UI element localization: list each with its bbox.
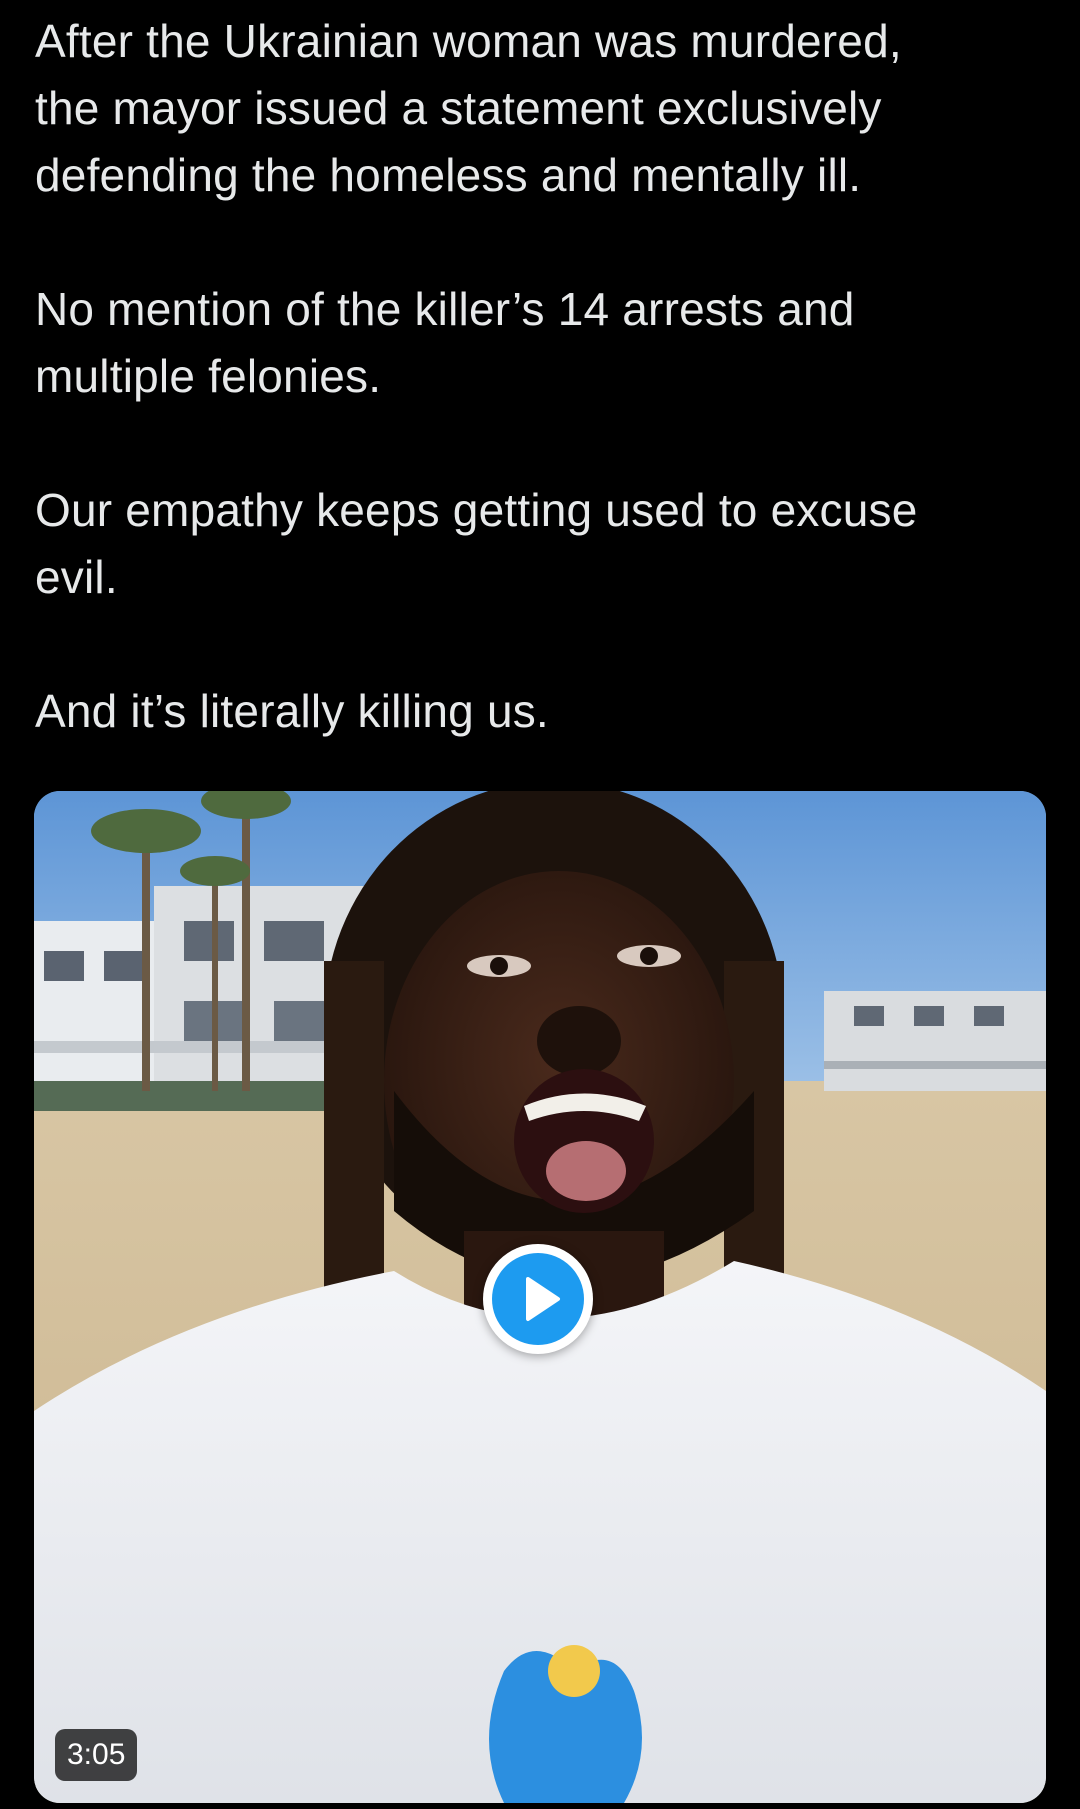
play-button[interactable] bbox=[483, 1244, 593, 1354]
play-icon bbox=[526, 1277, 560, 1321]
tweet-paragraph: No mention of the killer’s 14 arrests an… bbox=[35, 283, 855, 402]
video-duration-badge: 3:05 bbox=[55, 1729, 138, 1781]
tweet-paragraph: And it’s literally killing us. bbox=[35, 685, 549, 737]
tweet-text: After the Ukrainian woman was murdered, … bbox=[35, 8, 1055, 812]
video-player[interactable]: 3:05 bbox=[34, 791, 1046, 1803]
tweet-paragraph: After the Ukrainian woman was murdered, … bbox=[35, 15, 902, 201]
tweet-paragraph: Our empathy keeps getting used to excuse… bbox=[35, 484, 918, 603]
